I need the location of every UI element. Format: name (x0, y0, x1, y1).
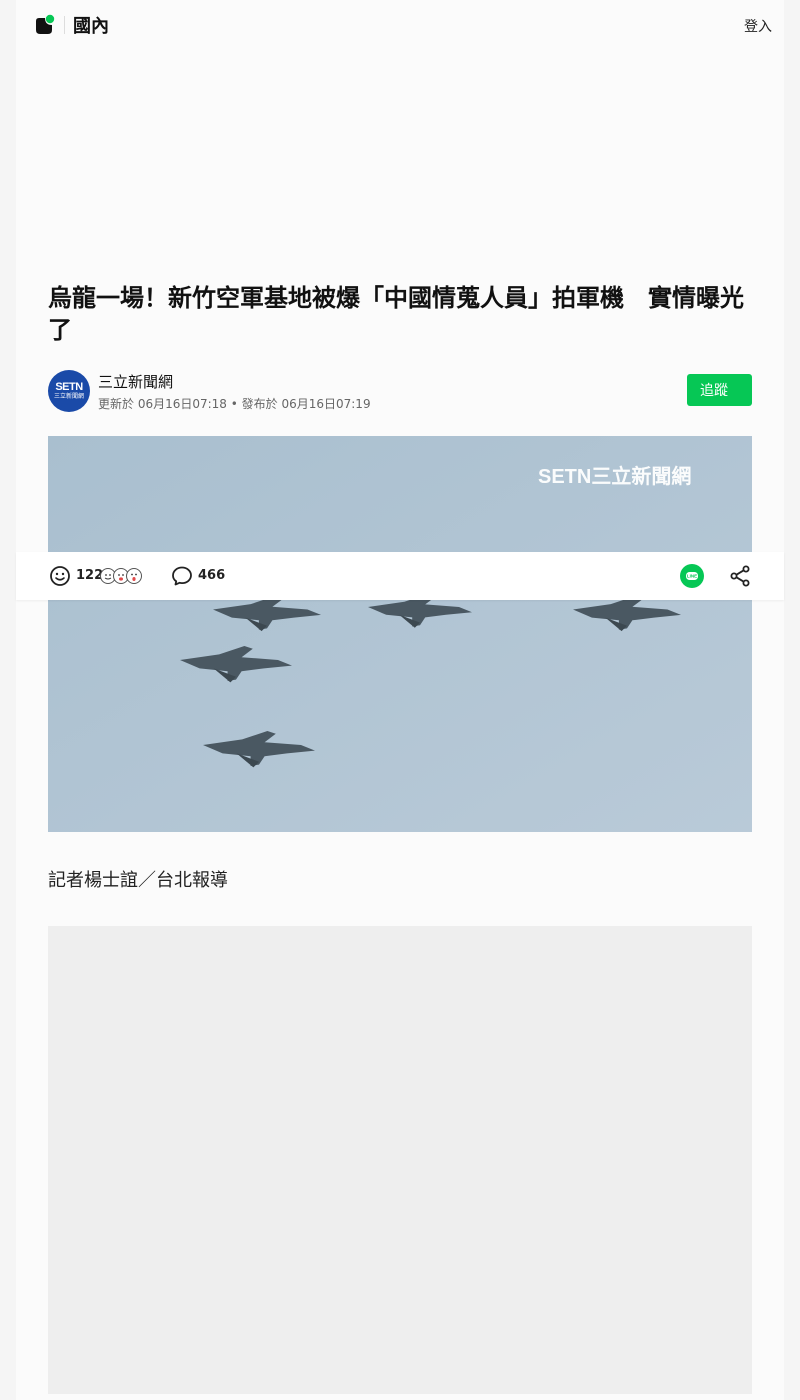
comment-count[interactable]: 466 (198, 568, 225, 583)
image-watermark: SETN三立新聞網 (538, 464, 691, 488)
line-today-logo-icon[interactable] (34, 14, 56, 36)
avatar-logo-subtext: 三立新聞網 (53, 393, 84, 400)
section-title: 國內 (73, 16, 109, 37)
article-headline: 烏龍一場！新竹空軍基地被爆「中國情蒐人員」拍軍機 實情曝光了 (48, 284, 744, 344)
fighter-jets-photo: SETN三立新聞網 (48, 436, 752, 832)
line-share-icon[interactable]: LINE (680, 564, 704, 588)
share-icon[interactable] (728, 564, 752, 588)
header-divider (64, 16, 65, 34)
publish-timestamp: 更新於 06月16日07:18 • 發布於 06月16日07:19 (98, 397, 371, 411)
article-byline: 記者楊士誼／台北報導 (48, 870, 228, 891)
reaction-emoji-stack-icon[interactable] (99, 567, 145, 585)
top-header: 國內 登入 (16, 0, 784, 50)
ad-placeholder (48, 926, 752, 1394)
publisher-name[interactable]: 三立新聞網 (98, 371, 173, 392)
avatar-logo-text: SETN (55, 380, 83, 393)
login-link[interactable]: 登入 (744, 16, 772, 36)
publisher-avatar[interactable]: SETN 三立新聞網 (48, 370, 90, 412)
follow-button[interactable]: 追蹤 (687, 374, 752, 406)
smiley-icon[interactable] (49, 565, 71, 587)
comment-bubble-icon[interactable] (171, 565, 193, 587)
svg-text:LINE: LINE (687, 574, 697, 579)
article-hero-image: SETN三立新聞網 (48, 436, 752, 832)
engagement-bar: 122 466 LINE (16, 552, 784, 600)
